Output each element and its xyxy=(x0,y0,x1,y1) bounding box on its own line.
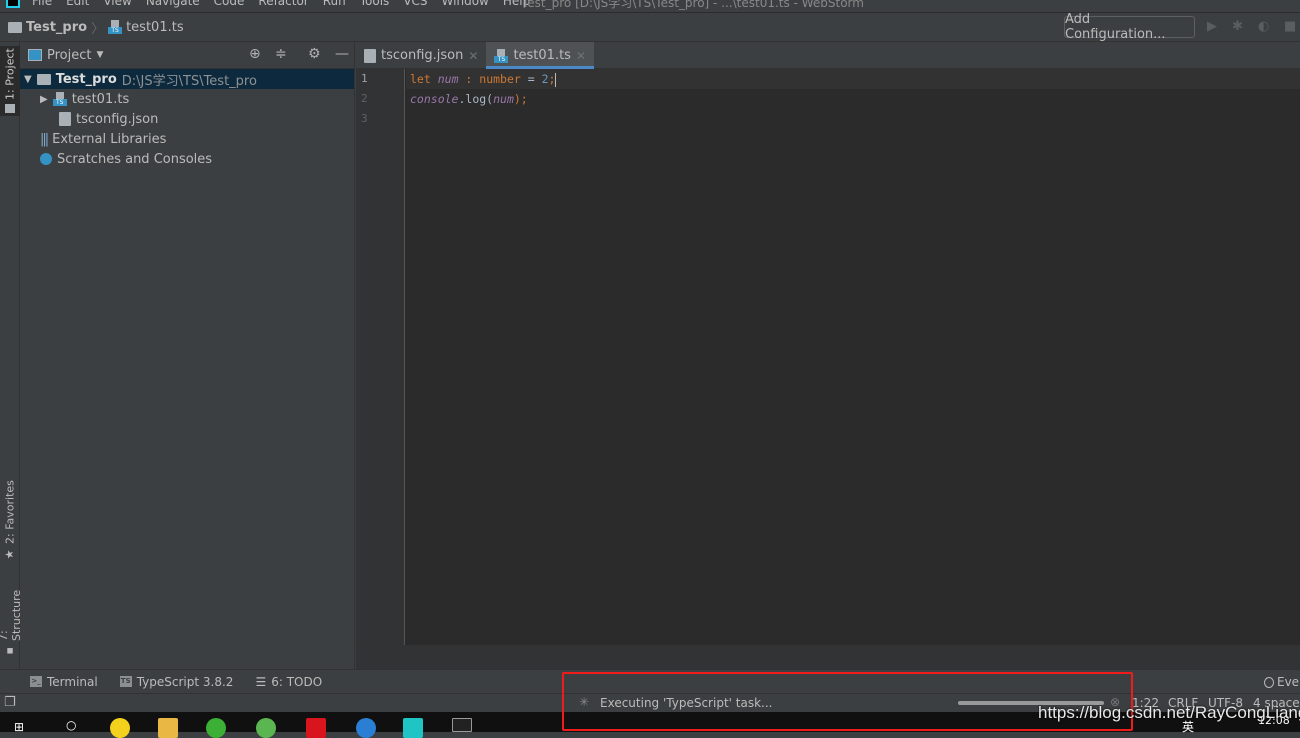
menu-view[interactable]: View xyxy=(103,0,131,8)
typescript-icon: TS xyxy=(119,676,132,687)
tree-item-tsconfig[interactable]: tsconfig.json xyxy=(20,109,354,129)
breadcrumb-separator: 〉 xyxy=(91,21,105,37)
scratches-icon xyxy=(40,153,52,165)
menu-edit[interactable]: Edit xyxy=(66,0,89,8)
tool-todo[interactable]: ☰ 6: TODO xyxy=(255,675,322,689)
code-line[interactable] xyxy=(406,109,1300,129)
tree-item-test01-ts[interactable]: ▶ test01.ts xyxy=(20,89,354,109)
close-icon[interactable]: ✕ xyxy=(468,49,478,63)
app-icon[interactable] xyxy=(110,718,130,738)
tool-terminal[interactable]: >_ Terminal xyxy=(30,675,98,689)
watermark: https://blog.csdn.net/RayCongLiang xyxy=(1038,703,1300,722)
typescript-file-icon xyxy=(494,48,509,63)
webstorm-logo-icon xyxy=(6,0,20,8)
libraries-icon: ||| xyxy=(40,131,49,147)
tab-project[interactable]: 1: Project xyxy=(0,46,20,116)
collapsed-arrow-icon[interactable]: ▶ xyxy=(40,94,48,105)
breadcrumb: Test_pro 〉 test01.ts xyxy=(8,18,184,37)
folder-icon xyxy=(36,73,51,85)
project-panel: Project ▼ ⊕ ≑ ⚙ — ▼ Test_pro D:\JS学习\TS\… xyxy=(20,42,355,669)
json-file-icon xyxy=(59,112,71,126)
json-file-icon xyxy=(364,48,376,63)
chevron-down-icon[interactable]: ▼ xyxy=(96,50,103,60)
breadcrumb-file[interactable]: test01.ts xyxy=(126,20,184,35)
menu-code[interactable]: Code xyxy=(214,0,245,8)
line-number-gutter: 1 2 3 xyxy=(356,69,405,645)
app-icon[interactable] xyxy=(256,718,276,738)
menu-run[interactable]: Run xyxy=(323,0,346,8)
tab-structure[interactable]: ▪ 7: Structure xyxy=(0,576,23,658)
locate-icon[interactable]: ⊕ xyxy=(249,46,261,62)
debug-icon[interactable]: ✱ xyxy=(1232,20,1246,34)
run-icon[interactable]: ▶ xyxy=(1207,20,1221,34)
tool-typescript[interactable]: TS TypeScript 3.8.2 xyxy=(119,675,233,689)
file-explorer-icon[interactable] xyxy=(158,718,178,738)
line-number: 2 xyxy=(361,92,368,105)
browser-icon[interactable] xyxy=(356,718,376,738)
folder-icon xyxy=(5,104,15,114)
console-icon[interactable] xyxy=(452,718,472,732)
editor: tsconfig.json ✕ test01.ts ✕ 1 2 3 let nu… xyxy=(356,42,1300,669)
tree-item-scratches[interactable]: Scratches and Consoles xyxy=(20,149,354,169)
close-icon[interactable]: ✕ xyxy=(576,49,586,63)
project-view-selector[interactable]: Project xyxy=(47,48,91,63)
line-number: 3 xyxy=(361,112,368,125)
coverage-icon[interactable]: ◐ xyxy=(1258,20,1272,34)
collapse-all-icon[interactable]: ≑ xyxy=(275,46,287,62)
menu-vcs[interactable]: VCS xyxy=(403,0,427,8)
breadcrumb-project[interactable]: Test_pro xyxy=(26,20,87,35)
text-caret xyxy=(555,72,557,87)
terminal-icon: >_ xyxy=(30,676,42,687)
wechat-icon[interactable] xyxy=(206,718,226,738)
gear-icon[interactable]: ⚙ xyxy=(308,46,321,62)
project-panel-header: Project ▼ xyxy=(20,42,354,69)
list-icon: ☰ xyxy=(255,674,267,689)
tab-tsconfig-json[interactable]: tsconfig.json ✕ xyxy=(356,42,486,69)
menu-tools[interactable]: Tools xyxy=(360,0,390,8)
menu-refactor[interactable]: Refactor xyxy=(258,0,308,8)
code-area[interactable]: let num : number = 2; console.log(num); xyxy=(406,69,1300,645)
stop-icon[interactable]: ■ xyxy=(1284,20,1298,34)
menu-window[interactable]: Window xyxy=(442,0,489,8)
menu-navigate[interactable]: Navigate xyxy=(146,0,200,8)
tool-window-bar: >_ Terminal TS TypeScript 3.8.2 ☰ 6: TOD… xyxy=(0,669,1300,693)
tab-favorites[interactable]: ★ 2: Favorites xyxy=(0,480,20,562)
hide-icon[interactable]: — xyxy=(335,46,349,62)
structure-icon: ▪ xyxy=(3,645,17,658)
folder-icon xyxy=(8,21,22,33)
search-icon[interactable]: ○ xyxy=(66,718,76,732)
event-log-icon xyxy=(1264,676,1274,688)
typescript-file-icon xyxy=(108,20,123,34)
menu-items: File Edit View Navigate Code Refactor Ru… xyxy=(32,0,530,8)
window-title: Test_pro [D:\JS学习\TS\Test_pro] - ...\tes… xyxy=(522,0,864,10)
tree-item-external-libraries[interactable]: ||| External Libraries xyxy=(20,129,354,149)
star-icon: ★ xyxy=(3,548,17,562)
expanded-arrow-icon[interactable]: ▼ xyxy=(24,74,32,85)
line-number: 1 xyxy=(361,72,368,85)
code-line[interactable]: let num : number = 2; xyxy=(406,69,1300,89)
editor-bottom-strip xyxy=(356,645,1300,669)
tab-test01-ts[interactable]: test01.ts ✕ xyxy=(486,42,595,69)
typescript-file-icon xyxy=(52,92,67,106)
task-status: Executing 'TypeScript' task... xyxy=(600,696,773,710)
add-configuration-button[interactable]: Add Configuration... xyxy=(1064,12,1195,42)
left-tool-stripe: 1: Project ★ 2: Favorites ▪ 7: Structure xyxy=(0,42,23,669)
project-view-icon xyxy=(28,49,42,61)
menu-bar: File Edit View Navigate Code Refactor Ru… xyxy=(0,0,1300,10)
tool-event-log[interactable]: Eve xyxy=(1264,675,1299,689)
menu-file[interactable]: File xyxy=(32,0,52,8)
editor-tabs: tsconfig.json ✕ test01.ts ✕ xyxy=(356,42,1300,69)
tree-item-test-pro[interactable]: ▼ Test_pro D:\JS学习\TS\Test_pro xyxy=(20,69,354,89)
webstorm-icon[interactable] xyxy=(403,718,423,738)
spinner-icon: ✳ xyxy=(579,695,590,709)
youdao-icon[interactable] xyxy=(306,718,326,738)
code-line[interactable]: console.log(num); xyxy=(406,89,1300,109)
toggle-tool-windows-icon[interactable]: ❐ xyxy=(4,695,16,710)
